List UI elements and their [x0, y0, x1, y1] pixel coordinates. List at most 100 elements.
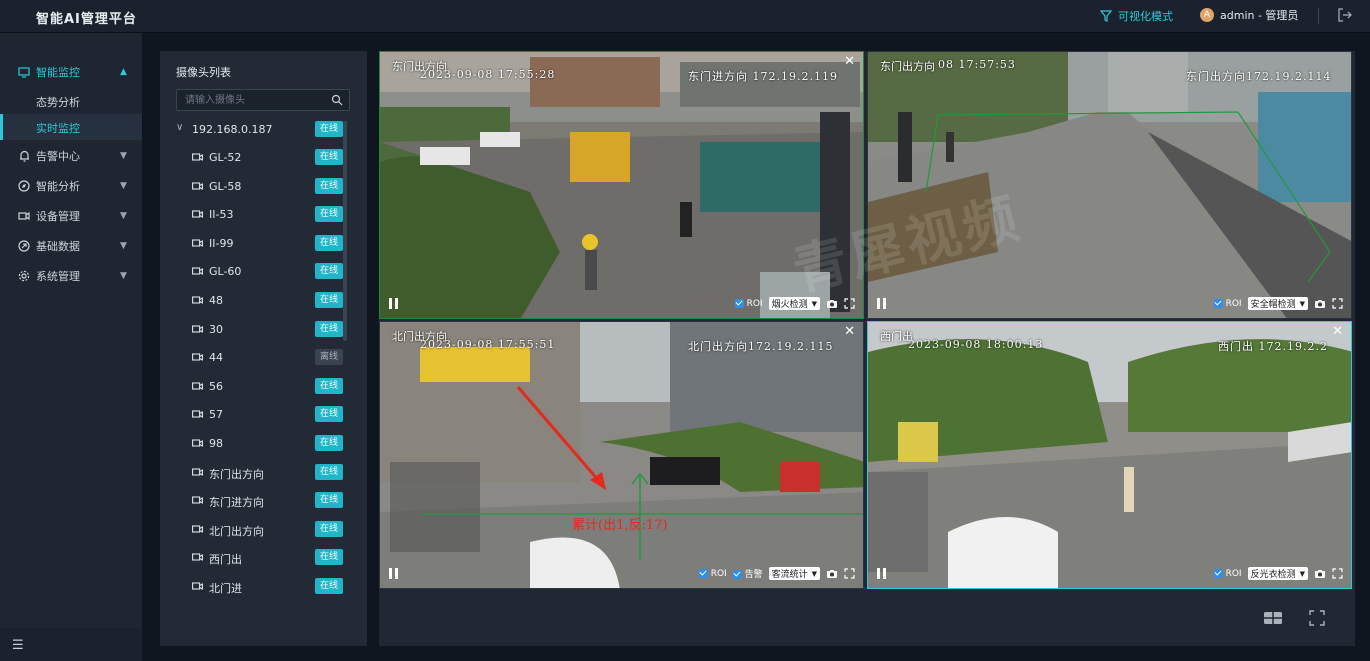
roi-checkbox[interactable]: ROI [1213, 568, 1242, 579]
video-tile-east-out-2[interactable]: 东门出方向 08 17:57:53 东门出方向172.19.2.114 ROI … [867, 51, 1352, 319]
detection-value: 烟火检测 [771, 300, 808, 310]
pause-icon[interactable] [389, 298, 399, 310]
roi-checkbox[interactable]: ROI [734, 298, 763, 309]
camera-list-panel: 摄像头列表 ∨ 192.168.0.187 在线 GL-52在线GL-58在线I… [160, 51, 367, 646]
detection-select[interactable]: 客流统计 ▼ [768, 567, 820, 580]
camera-list-item[interactable]: 30 在线 [160, 320, 355, 340]
alarm-checkbox[interactable]: 告警 [732, 567, 763, 580]
collapse-menu-icon[interactable]: ☰ [12, 638, 24, 653]
video-camera-icon [192, 296, 203, 304]
roi-checkbox[interactable]: ROI [698, 568, 727, 579]
chevron-down-icon: ▼ [120, 241, 127, 251]
video-camera-icon [192, 325, 203, 333]
roi-checkbox[interactable]: ROI [1213, 298, 1242, 309]
fullscreen-icon[interactable] [1309, 610, 1325, 626]
sidebar-subitem-situation[interactable]: 态势分析 [0, 88, 142, 114]
camera-list-item[interactable]: GL-52 在线 [160, 148, 355, 168]
sidebar-item-base-data[interactable]: 基础数据 ▼ [0, 231, 142, 261]
fullscreen-icon[interactable] [1332, 568, 1343, 579]
pause-icon[interactable] [389, 568, 399, 580]
video-tile-north-out[interactable]: 北门出方向 2023-09-08 17:55:51 北门出方向172.19.2.… [379, 321, 864, 589]
pause-icon[interactable] [877, 298, 887, 310]
detection-select[interactable]: 烟火检测 ▼ [768, 297, 820, 310]
video-tile-east-out[interactable]: 东门出方向 2023-09-08 17:55:28 东门进方向 172.19.2… [379, 51, 864, 319]
camera-list-item[interactable]: 西门出 在线 [160, 548, 355, 568]
detection-value: 反光衣检测 [1250, 570, 1296, 580]
camera-name: 西门出 [209, 553, 242, 567]
search-input[interactable] [183, 92, 327, 108]
status-badge: 在线 [315, 149, 343, 165]
camera-list-item[interactable]: 北门进 在线 [160, 577, 355, 597]
camera-name: GL-58 [209, 179, 242, 193]
camera-name: II-99 [209, 236, 234, 250]
logout-icon[interactable] [1338, 8, 1352, 22]
camera-list-item[interactable]: GL-58 在线 [160, 177, 355, 197]
scrollbar[interactable] [343, 121, 347, 341]
pause-icon[interactable] [877, 568, 887, 580]
sidebar-subitem-label: 实时监控 [36, 122, 80, 135]
detection-select[interactable]: 反光衣检测 ▼ [1247, 567, 1308, 580]
detection-select[interactable]: 安全帽检测 ▼ [1247, 297, 1308, 310]
close-icon[interactable]: ✕ [844, 54, 855, 69]
fullscreen-icon[interactable] [844, 298, 855, 309]
video-wall: 东门出方向 2023-09-08 17:55:28 东门进方向 172.19.2… [379, 51, 1355, 646]
osd-time: 2023-09-08 17:55:51 [420, 338, 556, 351]
camera-list-item[interactable]: 44 离线 [160, 348, 355, 368]
camera-list-item[interactable]: 57 在线 [160, 405, 355, 425]
sidebar-subitem-realtime[interactable]: 实时监控 [0, 114, 142, 140]
sidebar-item-device-mgmt[interactable]: 设备管理 ▼ [0, 201, 142, 231]
sidebar-item-system-mgmt[interactable]: 系统管理 ▼ [0, 261, 142, 291]
video-camera-icon [192, 210, 203, 219]
roi-label: ROI [710, 568, 727, 579]
camera-list-item[interactable]: II-53 在线 [160, 205, 355, 225]
database-icon [18, 240, 30, 252]
split-layout-icon[interactable] [1263, 611, 1283, 625]
video-camera-icon [18, 210, 30, 222]
chevron-down-icon: ▼ [1299, 299, 1305, 308]
avatar: A [1200, 8, 1214, 22]
camera-list-item[interactable]: 56 在线 [160, 377, 355, 397]
sidebar-item-alarm-center[interactable]: 告警中心 ▼ [0, 141, 142, 171]
sidebar-item-smart-monitor[interactable]: 智能监控 ▲ [0, 57, 142, 87]
camera-name: 98 [209, 437, 223, 450]
camera-name: II-53 [209, 208, 234, 222]
user-menu[interactable]: A admin - 管理员 [1200, 7, 1298, 23]
close-icon[interactable]: ✕ [1332, 324, 1343, 339]
detection-value: 客流统计 [771, 570, 808, 580]
video-camera-icon [192, 496, 203, 505]
camera-name: GL-60 [209, 265, 242, 279]
fullscreen-icon[interactable] [1332, 298, 1343, 309]
camera-list-item[interactable]: GL-60 在线 [160, 262, 355, 282]
snapshot-icon[interactable] [1314, 299, 1326, 309]
video-tile-west-out[interactable]: 西门出 2023-09-08 18:00:13 西门出 172.19.2.2 ✕… [867, 321, 1352, 589]
fullscreen-icon[interactable] [844, 568, 855, 579]
chevron-down-icon: ∨ [176, 122, 184, 133]
osd-time: 2023-09-08 17:55:28 [420, 68, 556, 81]
camera-group[interactable]: ∨ 192.168.0.187 在线 [160, 120, 355, 140]
snapshot-icon[interactable] [826, 569, 838, 579]
search-icon[interactable] [331, 94, 343, 106]
gear-icon [18, 270, 30, 282]
chevron-down-icon: ▼ [120, 271, 127, 281]
snapshot-icon[interactable] [1314, 569, 1326, 579]
viz-mode-button[interactable]: 可视化模式 [1100, 8, 1173, 24]
camera-list-item[interactable]: 东门出方向 在线 [160, 463, 355, 483]
camera-list-item[interactable]: 北门出方向 在线 [160, 520, 355, 540]
camera-list-item[interactable]: 98 在线 [160, 434, 355, 454]
sidebar-item-label: 基础数据 [36, 240, 80, 253]
chevron-up-icon: ▲ [120, 67, 127, 77]
camera-list-item[interactable]: 东门进方向 在线 [160, 491, 355, 511]
camera-list-item[interactable]: II-99 在线 [160, 234, 355, 254]
checkbox-icon [1213, 568, 1223, 578]
camera-list-item[interactable]: 48 在线 [160, 291, 355, 311]
video-controls: ROI 安全帽检测 ▼ [868, 292, 1351, 318]
status-badge: 在线 [315, 206, 343, 223]
chevron-down-icon: ▼ [811, 569, 817, 578]
top-bar: 智能AI管理平台 可视化模式 A admin - 管理员 [0, 0, 1370, 33]
sidebar-item-smart-analysis[interactable]: 智能分析 ▼ [0, 171, 142, 201]
status-badge: 在线 [315, 406, 343, 423]
snapshot-icon[interactable] [826, 299, 838, 309]
wall-tools [1263, 610, 1325, 626]
close-icon[interactable]: ✕ [844, 324, 855, 339]
roi-label: ROI [1225, 568, 1242, 579]
